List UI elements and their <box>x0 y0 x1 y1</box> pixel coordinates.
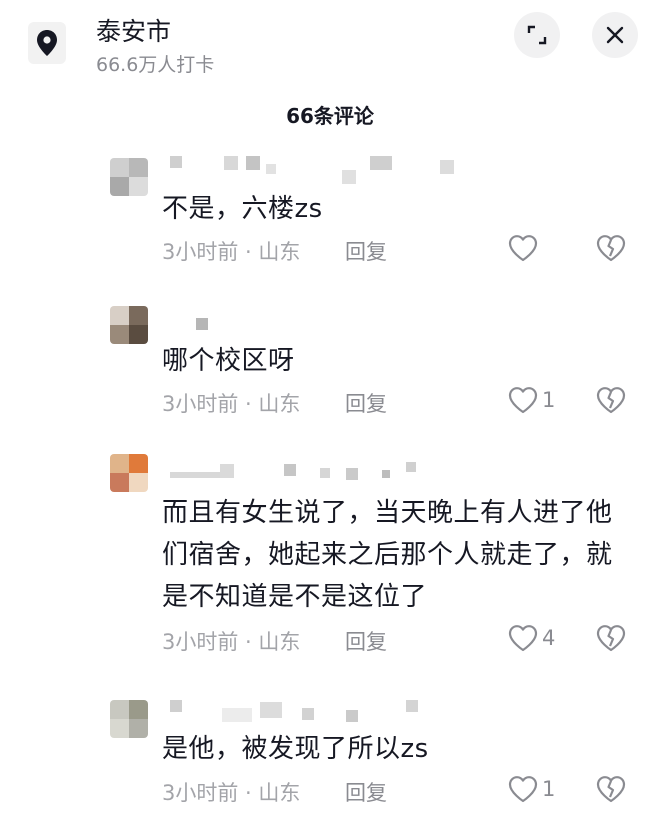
dislike-button[interactable] <box>596 624 626 656</box>
comment-text: 哪个校区呀 <box>162 346 295 376</box>
heart-outline-icon <box>508 625 538 652</box>
heart-outline-icon <box>508 387 538 414</box>
comment-text: 是他，被发现了所以zs <box>162 734 429 764</box>
heart-outline-icon <box>508 235 538 262</box>
broken-heart-icon <box>596 235 626 262</box>
reply-button[interactable]: 回复 <box>345 626 387 656</box>
username-blurred[interactable] <box>170 462 420 486</box>
like-count: 1 <box>542 388 556 412</box>
like-button[interactable]: 1 <box>508 386 555 414</box>
like-button[interactable]: 1 <box>508 775 555 803</box>
location-pin-icon <box>28 22 66 64</box>
reply-button[interactable]: 回复 <box>345 388 387 418</box>
reply-button[interactable]: 回复 <box>345 777 387 807</box>
close-icon <box>606 26 624 44</box>
dislike-button[interactable] <box>596 775 626 807</box>
location-header: 泰安市 66.6万人打卡 66条评论 <box>0 0 660 130</box>
avatar[interactable] <box>110 306 148 344</box>
heart-outline-icon <box>508 776 538 803</box>
close-button[interactable] <box>592 12 638 58</box>
location-title[interactable]: 泰安市 <box>96 12 171 48</box>
expand-icon <box>527 25 547 45</box>
comment-meta: 3小时前 · 山东 <box>162 781 301 805</box>
comment-meta: 3小时前 · 山东 <box>162 630 301 654</box>
comment-meta: 3小时前 · 山东 <box>162 392 301 416</box>
avatar[interactable] <box>110 158 148 196</box>
expand-button[interactable] <box>514 12 560 58</box>
checkin-count: 66.6万人打卡 <box>96 54 215 76</box>
dislike-button[interactable] <box>596 234 626 266</box>
comment-text: 不是，六楼zs <box>162 194 323 224</box>
avatar[interactable] <box>110 454 148 492</box>
comment-meta: 3小时前 · 山东 <box>162 240 301 264</box>
like-count: 1 <box>542 777 556 801</box>
username-blurred[interactable] <box>170 700 420 724</box>
comment-text: 而且有女生说了，当天晚上有人进了他们宿舍，她起来之后那个人就走了，就是不知道是不… <box>162 498 613 612</box>
like-count: 4 <box>542 626 556 650</box>
broken-heart-icon <box>596 625 626 652</box>
broken-heart-icon <box>596 776 626 803</box>
dislike-button[interactable] <box>596 386 626 418</box>
username-blurred[interactable] <box>170 316 230 340</box>
reply-button[interactable]: 回复 <box>345 236 387 266</box>
avatar[interactable] <box>110 700 148 738</box>
like-button[interactable] <box>508 234 542 262</box>
comments-count-title: 66条评论 <box>286 104 374 128</box>
username-blurred[interactable] <box>170 156 480 184</box>
broken-heart-icon <box>596 387 626 414</box>
like-button[interactable]: 4 <box>508 624 555 652</box>
